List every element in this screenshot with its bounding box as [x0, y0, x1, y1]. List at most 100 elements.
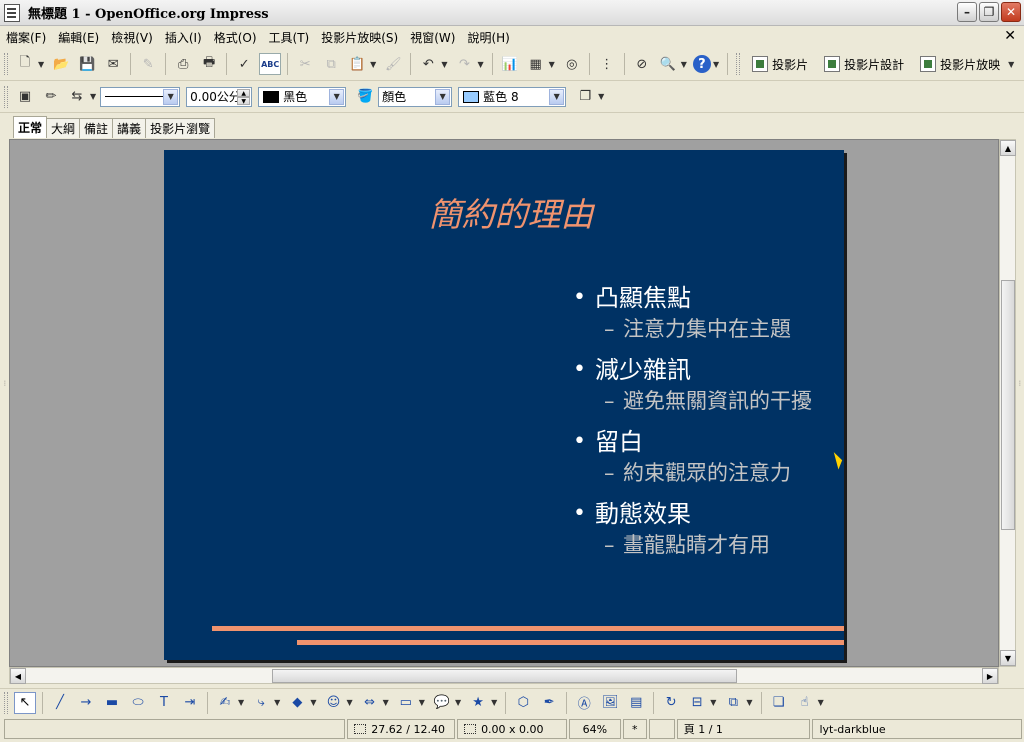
impress-app-icon[interactable] [4, 3, 20, 22]
close-window-button[interactable]: ✕ [1001, 2, 1021, 22]
export-pdf-icon[interactable]: ⎙ [172, 53, 194, 75]
interaction-icon[interactable]: ☝ [794, 692, 816, 714]
basic-shapes-icon[interactable]: ◆ [286, 692, 308, 714]
slide-canvas[interactable]: 簡約的理由 凸顯焦點 注意力集中在主題 減少雜訊 避免無關資訊的干擾 留白 約束… [164, 150, 844, 660]
arrange-icon[interactable]: ⧉ [722, 692, 744, 714]
print-icon[interactable]: 🖶 [198, 53, 220, 75]
zoom-icon[interactable]: 🔍 [657, 53, 679, 75]
new-document-icon[interactable]: 🗋 [14, 53, 36, 75]
scroll-right-icon[interactable]: ▶ [982, 668, 998, 684]
cut-icon[interactable]: ✂ [294, 53, 316, 75]
fill-type-select[interactable]: 顏色 ▼ [378, 86, 453, 107]
new-slide-button[interactable]: 投影片 [752, 56, 808, 73]
toolbar-overflow-icon[interactable]: ▼ [713, 60, 719, 69]
menu-file[interactable]: 檔案(F) [0, 29, 52, 46]
undo-dropdown-icon[interactable]: ▼ [441, 60, 447, 69]
zoom-dropdown-icon[interactable]: ▼ [681, 60, 687, 69]
toolbar-grip[interactable] [4, 85, 8, 108]
toolbar-grip[interactable] [4, 53, 8, 75]
tab-slide-sorter[interactable]: 投影片瀏覽 [145, 118, 216, 138]
menu-insert[interactable]: 插入(I) [159, 29, 208, 46]
line-icon[interactable]: ✏ [40, 86, 62, 108]
arrow-style-icon[interactable]: ⇆ [66, 86, 88, 108]
line-width-spinner[interactable]: ▲ ▼ [237, 88, 251, 105]
menu-window[interactable]: 視窗(W) [404, 29, 461, 46]
flowchart-icon[interactable]: ▭ [395, 692, 417, 714]
connector-icon[interactable]: ⤷ [250, 692, 272, 714]
fontwork-gallery-icon[interactable]: Ⓐ [573, 692, 595, 714]
table-dropdown-icon[interactable]: ▼ [549, 60, 555, 69]
toolbar-grip[interactable] [4, 691, 8, 714]
vertical-scroll-thumb[interactable] [1001, 280, 1015, 530]
vertical-scrollbar[interactable]: ▲ ▼ [999, 139, 1016, 667]
open-folder-icon[interactable]: 📂 [50, 53, 72, 75]
slide-design-button[interactable]: 投影片設計 [824, 56, 904, 73]
horizontal-scroll-thumb[interactable] [272, 669, 737, 683]
paste-icon[interactable]: 📋 [346, 53, 368, 75]
select-pointer-icon[interactable]: ↖ [14, 691, 36, 714]
email-icon[interactable]: ✉ [102, 53, 124, 75]
toolbar-overflow-icon[interactable]: ▼ [818, 698, 824, 707]
vertical-text-icon[interactable]: ⇥ [179, 692, 201, 714]
scroll-up-icon[interactable]: ▲ [1000, 140, 1016, 156]
fill-color-select[interactable]: 藍色 8 ▼ [458, 86, 567, 107]
tab-outline[interactable]: 大綱 [46, 118, 81, 138]
table-icon[interactable]: ▦ [525, 53, 547, 75]
chevron-down-icon[interactable]: ▼ [549, 88, 565, 105]
callouts-dropdown-icon[interactable]: ▼ [455, 698, 461, 707]
paste-dropdown-icon[interactable]: ▼ [370, 60, 376, 69]
redo-icon[interactable]: ↷ [453, 53, 475, 75]
scroll-down-icon[interactable]: ▼ [1000, 650, 1016, 666]
minimize-button[interactable]: – [957, 2, 977, 22]
menu-edit[interactable]: 編輯(E) [52, 29, 105, 46]
status-layout[interactable]: lyt-darkblue [812, 719, 1023, 739]
callouts-icon[interactable]: 💬 [431, 692, 453, 714]
tab-notes[interactable]: 備註 [79, 118, 114, 138]
toolbar-overflow-icon[interactable]: ▼ [598, 92, 604, 101]
menu-view[interactable]: 檢視(V) [105, 29, 159, 46]
new-dropdown-icon[interactable]: ▼ [38, 60, 44, 69]
maximize-button[interactable]: ❐ [979, 2, 999, 22]
chevron-down-icon[interactable]: ▼ [329, 88, 345, 105]
copy-icon[interactable]: ⧉ [320, 53, 342, 75]
line-tool-icon[interactable]: ╱ [49, 692, 71, 714]
slide-workspace[interactable]: 簡約的理由 凸顯焦點 注意力集中在主題 減少雜訊 避免無關資訊的干擾 留白 約束… [9, 139, 999, 667]
left-pane-grip[interactable]: ⋮ [2, 380, 8, 410]
slideshow-button[interactable]: 投影片放映 [920, 56, 1000, 73]
arrange-dropdown-icon[interactable]: ▼ [746, 698, 752, 707]
bullet-list[interactable]: 凸顯焦點 注意力集中在主題 減少雜訊 避免無關資訊的干擾 留白 約束觀眾的注意力… [569, 282, 849, 570]
curve-dropdown-icon[interactable]: ▼ [238, 698, 244, 707]
text-tool-icon[interactable]: T [153, 692, 175, 714]
from-file-icon[interactable]: 🖼 [599, 692, 621, 714]
gallery-icon[interactable]: ▤ [625, 692, 647, 714]
basic-shapes-dropdown-icon[interactable]: ▼ [310, 698, 316, 707]
spellcheck-icon[interactable]: ✓ [233, 53, 255, 75]
line-color-select[interactable]: 黑色 ▼ [258, 86, 347, 107]
toolbar-overflow-icon[interactable]: ▼ [1008, 60, 1014, 69]
flowchart-dropdown-icon[interactable]: ▼ [419, 698, 425, 707]
autospellcheck-icon[interactable]: ABC [259, 53, 282, 75]
tab-normal[interactable]: 正常 [13, 116, 48, 138]
close-document-icon[interactable]: ✕ [1004, 28, 1016, 44]
block-arrows-dropdown-icon[interactable]: ▼ [383, 698, 389, 707]
grid-icon[interactable]: ⋮ [596, 53, 618, 75]
glue-points-icon[interactable]: ✒ [538, 692, 560, 714]
slide-title[interactable]: 簡約的理由 [164, 188, 844, 236]
rotate-icon[interactable]: ↻ [660, 692, 682, 714]
connector-dropdown-icon[interactable]: ▼ [274, 698, 280, 707]
menu-help[interactable]: 說明(H) [461, 29, 515, 46]
status-modified[interactable]: * [622, 719, 647, 739]
undo-icon[interactable]: ↶ [417, 53, 439, 75]
alignment-dropdown-icon[interactable]: ▼ [710, 698, 716, 707]
ellipse-icon[interactable]: ⬭ [127, 692, 149, 714]
toolbar-grip[interactable] [736, 53, 741, 75]
shadow-icon[interactable]: ❐ [574, 86, 596, 108]
arrow-line-icon[interactable]: → [75, 692, 97, 714]
menu-tools[interactable]: 工具(T) [263, 29, 316, 46]
status-signature[interactable] [648, 719, 675, 739]
styles-formatting-icon[interactable]: ▣ [14, 86, 36, 108]
points-icon[interactable]: ⬡ [512, 692, 534, 714]
stars-icon[interactable]: ★ [467, 692, 489, 714]
fontwork-icon[interactable]: ◎ [561, 53, 583, 75]
right-pane-grip[interactable]: ⋮ [1017, 380, 1023, 410]
